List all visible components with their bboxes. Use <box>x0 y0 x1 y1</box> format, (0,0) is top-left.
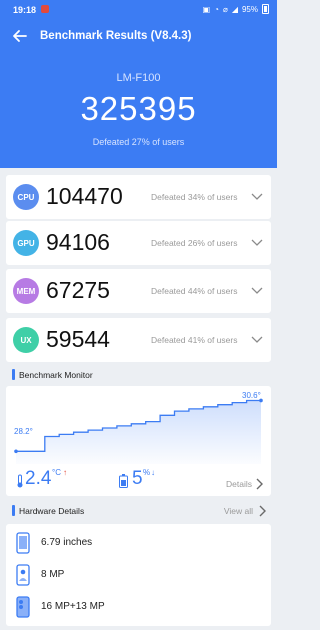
gpu-badge: GPU <box>13 230 39 256</box>
total-defeated-text: Defeated 27% of users <box>92 137 185 147</box>
ux-score-card[interactable]: UX 59544 Defeated 41% of users <box>6 318 271 362</box>
chevron-right-icon[interactable] <box>257 504 267 518</box>
section-accent-bar <box>12 505 15 516</box>
signal-icon: ◢ <box>231 4 238 14</box>
nfc-icon: ▣ <box>202 4 211 14</box>
gpu-score-card[interactable]: GPU 94106 Defeated 26% of users <box>6 221 271 265</box>
rear-camera-value: 16 MP+13 MP <box>41 601 105 612</box>
gpu-score: 94106 <box>46 229 110 255</box>
temperature-up-arrow: ↑ <box>63 468 67 477</box>
chevron-down-icon[interactable] <box>250 332 264 346</box>
screen-size-icon <box>16 532 30 554</box>
mem-score-card[interactable]: MEM 67275 Defeated 44% of users <box>6 269 271 313</box>
chevron-down-icon[interactable] <box>250 189 264 203</box>
chart-start-point <box>14 449 18 454</box>
gpu-defeated-text: Defeated 26% of users <box>151 238 238 248</box>
battery-drop: 5 <box>132 468 143 489</box>
mem-badge: MEM <box>13 278 39 304</box>
mem-score: 67275 <box>46 277 110 303</box>
view-all-link[interactable]: View all <box>224 506 253 516</box>
battery-level-icon <box>119 474 128 488</box>
details-link[interactable]: Details <box>226 479 252 489</box>
results-header: 19:18 ▣ ◔ ⌀ ◢ 95% Benchmark Results (V8.… <box>0 0 277 168</box>
cpu-score-card[interactable]: CPU 104470 Defeated 34% of users <box>6 175 271 219</box>
battery-unit: % <box>143 468 151 477</box>
wifi-icon: ◔ <box>214 4 219 14</box>
status-bar: 19:18 ▣ ◔ ⌀ ◢ 95% <box>0 0 277 20</box>
cpu-defeated-text: Defeated 34% of users <box>151 192 238 202</box>
front-camera-icon <box>16 564 30 586</box>
ux-defeated-text: Defeated 41% of users <box>151 335 238 345</box>
battery-down-arrow: ↓ <box>151 468 155 477</box>
cpu-badge: CPU <box>13 184 39 210</box>
notification-icon <box>41 5 49 13</box>
page-title: Benchmark Results (V8.4.3) <box>40 30 192 42</box>
chevron-right-icon[interactable] <box>254 477 264 491</box>
hardware-details-header: Hardware Details View all <box>6 502 271 520</box>
temp-end-label: 30.6° <box>242 391 261 400</box>
section-title: Hardware Details <box>19 506 85 516</box>
total-score: 325395 <box>80 90 197 127</box>
section-accent-bar <box>12 369 15 380</box>
temperature-chart: 28.2° 30.6° <box>14 391 263 464</box>
chevron-down-icon[interactable] <box>250 283 264 297</box>
front-camera-value: 8 MP <box>41 569 65 580</box>
section-title: Benchmark Monitor <box>19 370 93 380</box>
rear-camera-icon <box>16 596 30 618</box>
screen-size-value: 6.79 inches <box>41 537 93 548</box>
temp-start-label: 28.2° <box>14 427 33 436</box>
mem-defeated-text: Defeated 44% of users <box>151 286 238 296</box>
cpu-score: 104470 <box>46 183 123 209</box>
chart-end-point <box>259 398 263 403</box>
temperature-rise: 2.4 <box>25 468 52 489</box>
temperature-area <box>16 400 261 464</box>
benchmark-monitor-header: Benchmark Monitor <box>6 366 271 384</box>
battery-percent: 95% <box>241 4 258 14</box>
back-arrow-icon[interactable] <box>11 27 29 45</box>
chevron-down-icon[interactable] <box>250 235 264 249</box>
thermometer-icon <box>17 474 23 488</box>
ux-score: 59544 <box>46 326 110 352</box>
battery-icon <box>262 4 269 14</box>
temperature-unit: °C <box>52 468 61 477</box>
device-name: LM-F100 <box>116 72 161 84</box>
status-icons: ▣ ◔ ⌀ ◢ 95% <box>203 4 269 14</box>
hardware-item-rear-camera[interactable]: 16 MP+13 MP <box>6 588 271 626</box>
status-time: 19:18 <box>13 5 37 15</box>
mute-icon: ⌀ <box>223 4 228 14</box>
ux-badge: UX <box>13 327 39 353</box>
